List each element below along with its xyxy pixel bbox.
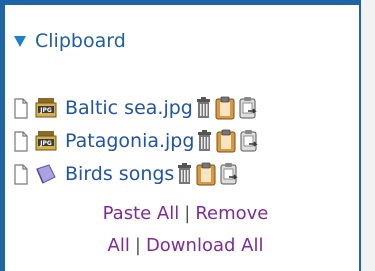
clipboard-item: JPG Patagonia.jpg: [14, 125, 260, 157]
clipboard-item: Birds songs: [14, 158, 240, 190]
svg-text:JPG: JPG: [39, 140, 52, 147]
separator: |: [184, 203, 191, 224]
remove-all-link-continued[interactable]: All: [108, 235, 130, 256]
trash-icon[interactable]: [177, 162, 192, 186]
clipboard-header[interactable]: Clipboard: [14, 27, 126, 55]
document-icon: [14, 130, 28, 152]
clipboard-item: JPG Baltic sea.jpg: [14, 92, 259, 124]
move-paste-icon[interactable]: [220, 162, 240, 186]
separator: |: [134, 235, 141, 256]
document-icon: [14, 163, 28, 185]
file-link[interactable]: Baltic sea.jpg: [65, 97, 193, 119]
clipboard-icon[interactable]: [196, 162, 216, 186]
clipboard-panel: Clipboard JPG Baltic sea.jpg JPG Patagon…: [0, 0, 361, 271]
trash-icon[interactable]: [196, 96, 211, 120]
remove-all-link[interactable]: Remove: [195, 203, 268, 224]
clipboard-title: Clipboard: [35, 30, 126, 52]
svg-text:JPG: JPG: [39, 107, 52, 114]
file-link[interactable]: Birds songs: [65, 163, 174, 185]
collapse-triangle-icon[interactable]: [14, 35, 26, 47]
move-paste-icon[interactable]: [240, 129, 260, 153]
download-all-link[interactable]: Download All: [146, 235, 264, 256]
clipboard-icon[interactable]: [216, 129, 236, 153]
jpg-file-icon: JPG: [35, 130, 57, 152]
move-paste-icon[interactable]: [239, 96, 259, 120]
folder-icon: [35, 163, 57, 185]
bulk-actions-line-2: All | Download All: [5, 235, 366, 256]
paste-all-link[interactable]: Paste All: [103, 203, 180, 224]
document-icon: [14, 97, 28, 119]
clipboard-icon[interactable]: [215, 96, 235, 120]
trash-icon[interactable]: [197, 129, 212, 153]
file-link[interactable]: Patagonia.jpg: [65, 130, 194, 152]
bulk-actions-line-1: Paste All | Remove: [5, 203, 366, 224]
jpg-file-icon: JPG: [35, 97, 57, 119]
